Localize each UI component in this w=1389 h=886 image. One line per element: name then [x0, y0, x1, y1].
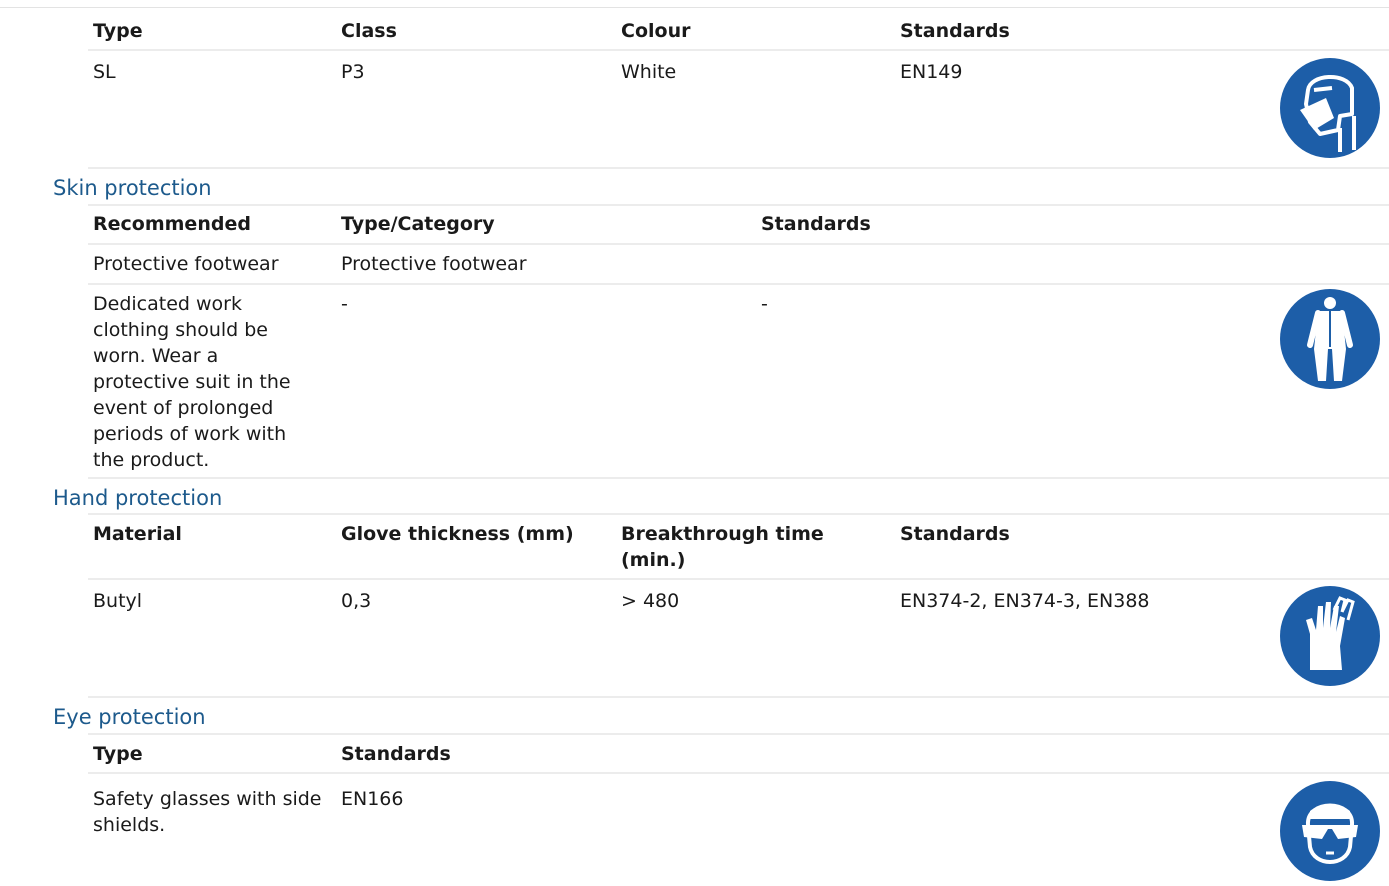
column-header-type-category: Type/Category [341, 213, 495, 235]
column-header-material: Material [93, 523, 182, 545]
column-header-class: Class [341, 20, 397, 42]
section-title: Eye protection [53, 705, 206, 729]
table-bottom-divider [88, 696, 1389, 698]
table-cell-recommended: Protective footwear [93, 253, 279, 275]
safety-glasses-icon [1280, 781, 1380, 881]
column-header-breakthrough-time: Breakthrough time (min.) [621, 523, 824, 571]
column-header-standards: Standards [761, 213, 871, 235]
column-header-standards: Standards [900, 523, 1010, 545]
table-cell-type-category: - [341, 293, 348, 315]
table-cell-material: Butyl [93, 590, 143, 612]
table-cell-colour: White [621, 61, 677, 83]
column-header-colour: Colour [621, 20, 691, 42]
header-divider [88, 49, 1389, 51]
header-divider [88, 772, 1389, 774]
header-divider [88, 243, 1389, 245]
table-cell-type: Safety glasses with side shields. [93, 788, 322, 836]
column-header-type: Type [93, 20, 143, 42]
gloves-icon [1280, 586, 1380, 686]
table-cell-recommended: Dedicated work clothing should be worn. … [93, 293, 291, 471]
table-cell-standards: EN166 [341, 788, 404, 810]
top-divider [0, 7, 1389, 8]
table-bottom-divider [88, 167, 1389, 169]
section-title: Skin protection [53, 176, 212, 200]
section-divider [88, 204, 1389, 206]
table-cell-standards: - [761, 293, 768, 315]
header-divider [88, 578, 1389, 580]
table-cell-breakthrough-time: > 480 [621, 590, 680, 612]
table-cell-standards: EN149 [900, 61, 963, 83]
column-header-standards: Standards [341, 743, 451, 765]
column-header-type: Type [93, 743, 143, 765]
protective-suit-icon [1280, 289, 1380, 389]
row-divider [88, 283, 1389, 285]
table-cell-type-category: Protective footwear [341, 253, 527, 275]
column-header-standards: Standards [900, 20, 1010, 42]
column-header-glove-thickness: Glove thickness (mm) [341, 523, 574, 545]
table-cell-glove-thickness: 0,3 [341, 590, 372, 612]
section-divider [88, 733, 1389, 735]
respirator-mask-icon [1280, 58, 1380, 158]
table-cell-class: P3 [341, 61, 365, 83]
table-cell-type: SL [93, 61, 116, 83]
table-cell-standards: EN374-2, EN374-3, EN388 [900, 590, 1150, 612]
column-header-recommended: Recommended [93, 213, 251, 235]
section-divider [88, 513, 1389, 515]
table-bottom-divider [88, 477, 1389, 479]
section-title: Hand protection [53, 486, 223, 510]
